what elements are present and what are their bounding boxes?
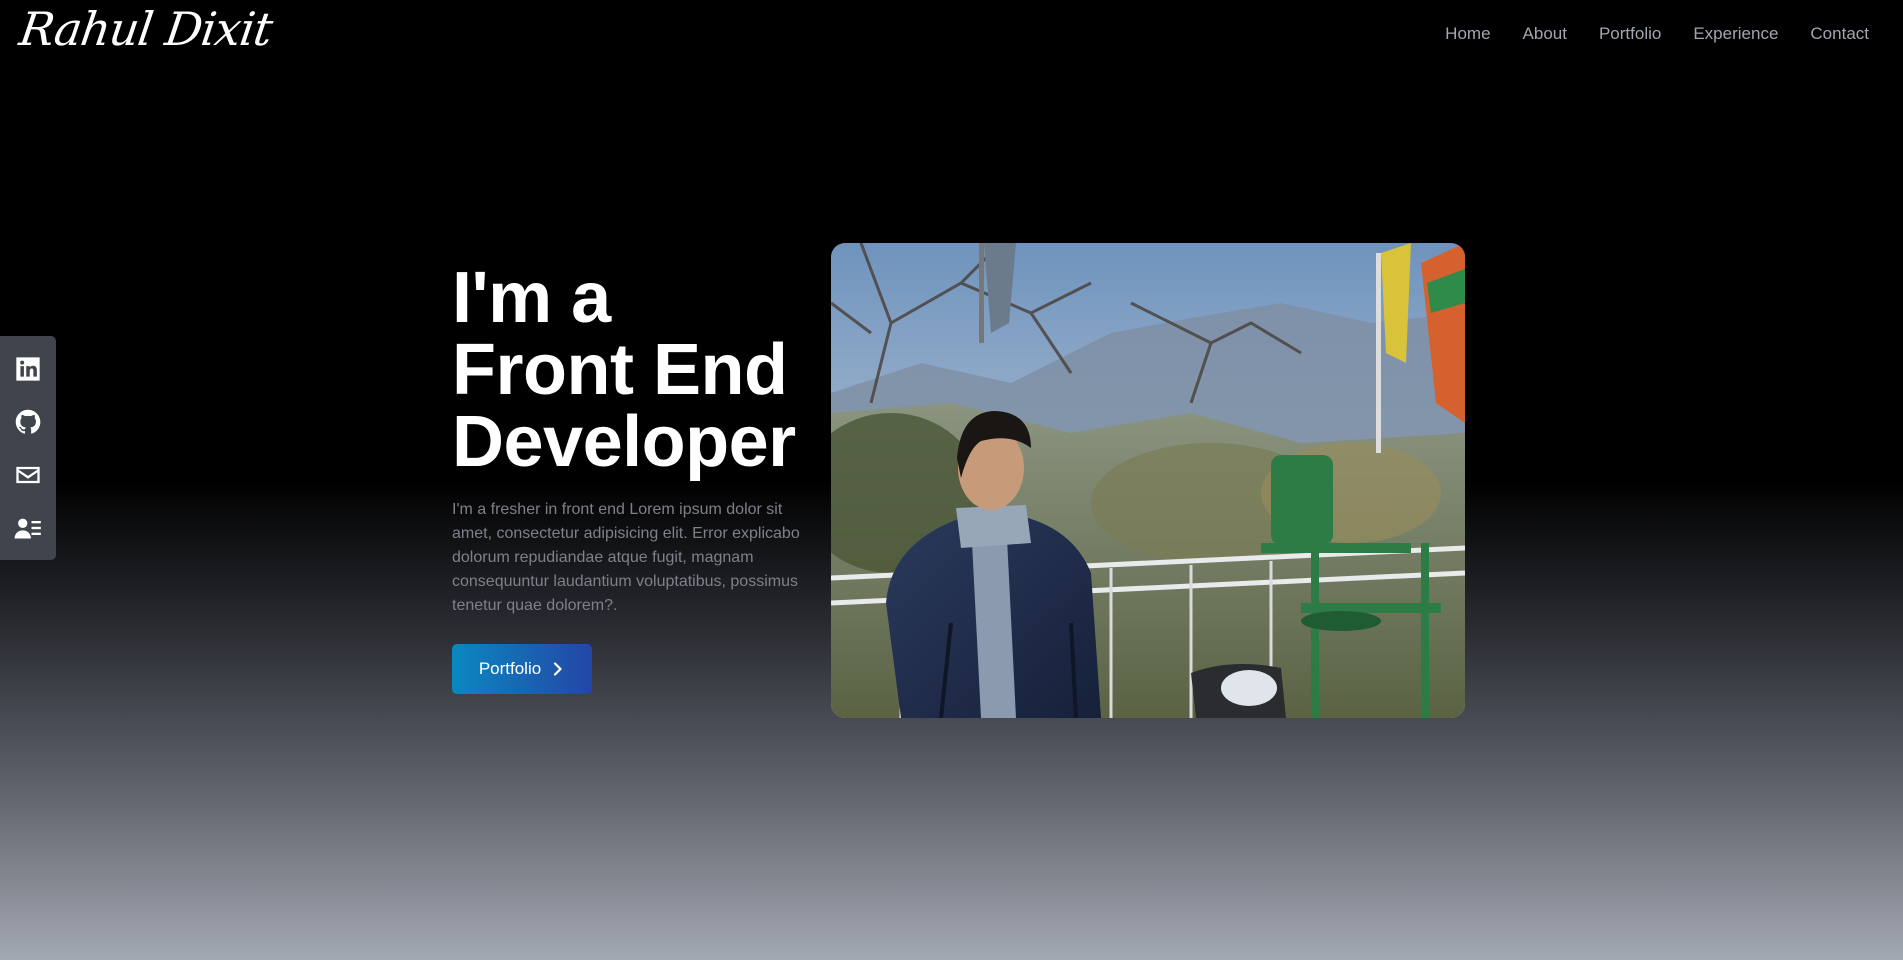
- profile-photo: [831, 243, 1465, 718]
- email-link[interactable]: [10, 457, 46, 493]
- main-nav: Home About Portfolio Experience Contact: [1445, 24, 1869, 44]
- resume-link[interactable]: [10, 510, 46, 546]
- nav-link-contact[interactable]: Contact: [1810, 24, 1869, 44]
- social-sidebar: [0, 336, 56, 560]
- hero-title-line-2: Front End: [452, 330, 788, 410]
- profile-photo-illustration: [831, 243, 1465, 718]
- nav-link-portfolio[interactable]: Portfolio: [1599, 24, 1661, 44]
- header: Rahul Dixit Home About Portfolio Experie…: [0, 0, 1903, 70]
- hero-description: I'm a fresher in front end Lorem ipsum d…: [452, 501, 800, 614]
- nav-link-experience[interactable]: Experience: [1693, 24, 1778, 44]
- hero-title-line-1: I'm a: [452, 258, 611, 338]
- chevron-right-icon: [554, 662, 562, 676]
- nav-link-home[interactable]: Home: [1445, 24, 1490, 44]
- mail-icon: [16, 466, 40, 483]
- portfolio-button-label: Portfolio: [478, 659, 542, 678]
- hero-section: I'm a Front End Developer I'm a fresher …: [452, 262, 812, 694]
- github-link[interactable]: [10, 404, 46, 440]
- hero-title: I'm a Front End Developer: [452, 262, 812, 478]
- nav-link-about[interactable]: About: [1523, 24, 1567, 44]
- linkedin-icon: [16, 356, 40, 381]
- resume-icon: [14, 518, 41, 538]
- logo[interactable]: Rahul Dixit: [16, 2, 275, 56]
- github-icon: [15, 409, 41, 434]
- hero-title-line-3: Developer: [452, 402, 796, 482]
- linkedin-link[interactable]: [10, 351, 46, 387]
- portfolio-button[interactable]: Portfolio: [452, 644, 592, 694]
